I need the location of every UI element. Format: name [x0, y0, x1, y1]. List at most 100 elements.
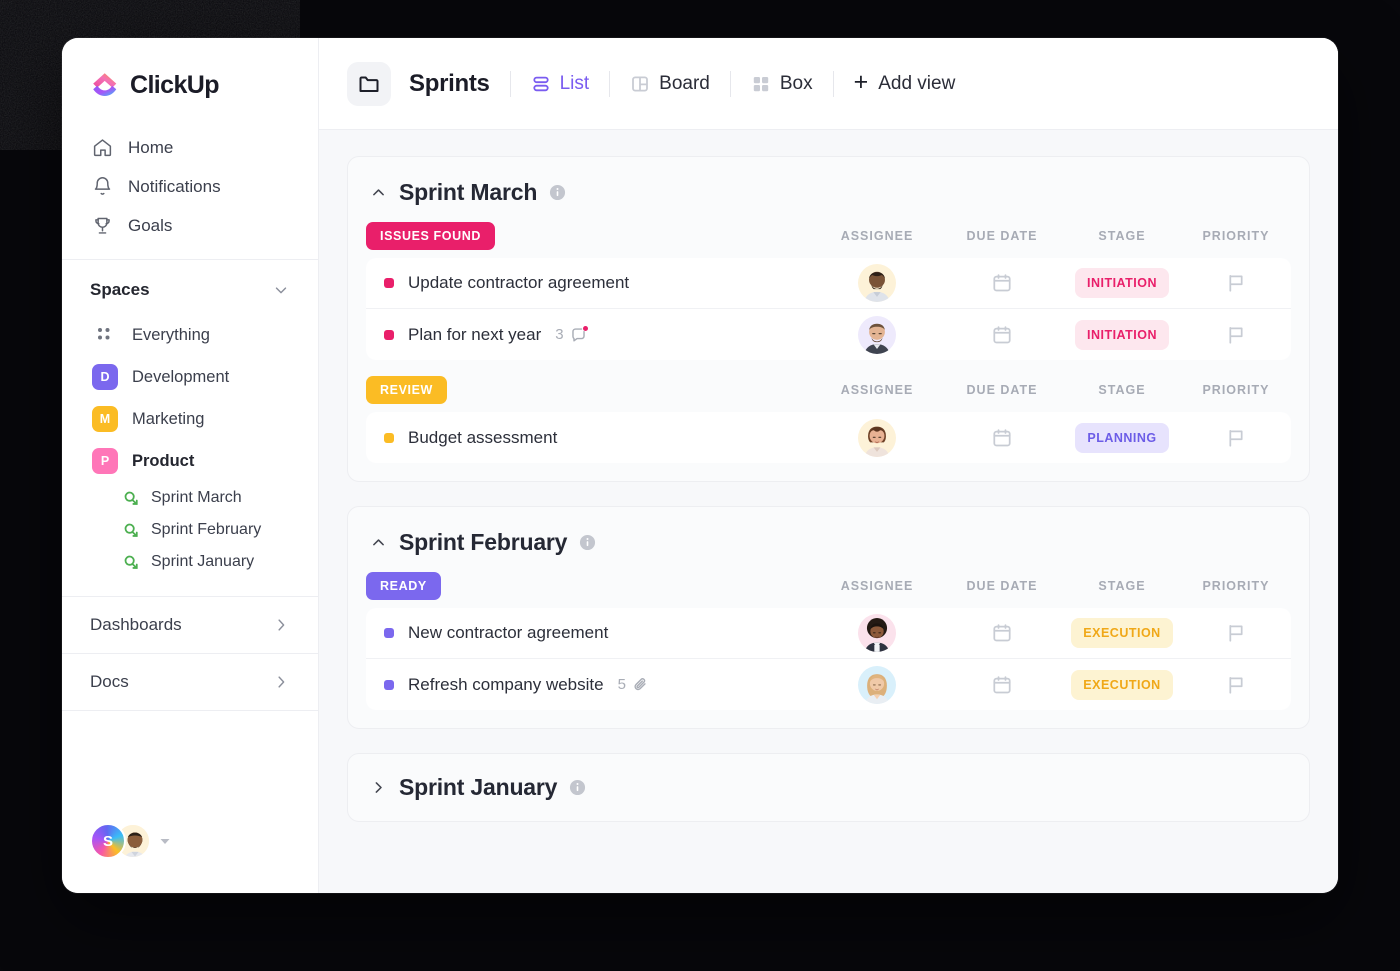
avatar	[858, 315, 896, 354]
sidebar-item-everything[interactable]: Everything	[62, 314, 318, 356]
stage-badge[interactable]: EXECUTION	[1071, 669, 1173, 700]
caret-down-icon[interactable]	[159, 835, 171, 847]
group-header: REVIEW ASSIGNEE DUE DATE STAGE PRIORITY	[366, 376, 1291, 412]
folder-icon[interactable]	[347, 61, 391, 106]
stage-badge[interactable]: INITIATION	[1074, 268, 1170, 298]
space-avatar: M	[92, 406, 118, 432]
board-view-icon	[630, 74, 650, 94]
task-rows: Update contractor agreement INITIATION P…	[366, 258, 1291, 360]
sprint-header[interactable]: Sprint March	[366, 175, 1291, 222]
nav-item-goals[interactable]: Goals	[62, 206, 318, 245]
nav-item-home[interactable]: Home	[62, 128, 318, 167]
sidebar-item-development[interactable]: D Development	[62, 356, 318, 398]
chevron-right-icon	[272, 673, 290, 691]
info-icon[interactable]	[569, 779, 586, 796]
stage-badge[interactable]: EXECUTION	[1071, 618, 1173, 648]
stage-cell[interactable]: PLANNING	[1063, 422, 1181, 453]
tab-box[interactable]: Box	[751, 73, 813, 95]
task-status-dot	[384, 329, 394, 340]
due-date-cell[interactable]	[941, 622, 1063, 644]
attachment-count[interactable]: 5	[618, 676, 649, 693]
task-status-dot	[384, 679, 394, 690]
comment-count[interactable]: 3	[555, 326, 588, 343]
table-row[interactable]: Refresh company website 5 EXECUTION	[366, 659, 1291, 710]
nav-label: Goals	[128, 215, 173, 235]
status-badge[interactable]: ISSUES FOUND	[366, 222, 495, 250]
column-header-stage: STAGE	[1098, 579, 1146, 593]
stage-cell[interactable]: EXECUTION	[1063, 618, 1181, 648]
workspace-avatar[interactable]: S	[90, 823, 126, 859]
add-view-label: Add view	[878, 72, 956, 94]
sprint-card-january[interactable]: Sprint January	[347, 753, 1310, 822]
status-badge[interactable]: REVIEW	[366, 376, 447, 404]
sprint-header[interactable]: Sprint January	[366, 774, 1291, 801]
column-header-stage: STAGE	[1098, 383, 1146, 397]
sprint-header[interactable]: Sprint February	[366, 525, 1291, 572]
attachment-icon	[632, 676, 649, 693]
assignee-cell[interactable]	[813, 614, 941, 652]
priority-cell[interactable]	[1181, 324, 1291, 346]
priority-cell[interactable]	[1181, 427, 1291, 449]
column-header-priority: PRIORITY	[1202, 383, 1270, 397]
priority-cell[interactable]	[1181, 622, 1291, 644]
priority-cell[interactable]	[1181, 674, 1291, 696]
sidebar-item-label: Development	[132, 367, 230, 386]
column-headers: ASSIGNEE DUE DATE STAGE PRIORITY	[813, 579, 1291, 593]
column-headers: ASSIGNEE DUE DATE STAGE PRIORITY	[813, 383, 1291, 397]
stage-badge[interactable]: INITIATION	[1074, 319, 1170, 350]
chevron-down-icon[interactable]	[272, 281, 290, 299]
sidebar-item-marketing[interactable]: M Marketing	[62, 398, 318, 440]
stage-cell[interactable]: EXECUTION	[1063, 669, 1181, 700]
assignee-cell[interactable]	[813, 315, 941, 354]
brand[interactable]: ClickUp	[62, 38, 318, 126]
group-header: READY ASSIGNEE DUE DATE STAGE PRIORITY	[366, 572, 1291, 608]
table-row[interactable]: Budget assessment PLANNING	[366, 412, 1291, 463]
row-cells: INITIATION	[813, 315, 1291, 354]
column-header-priority: PRIORITY	[1202, 579, 1270, 593]
assignee-cell[interactable]	[813, 264, 941, 302]
chevron-up-icon[interactable]	[370, 184, 387, 201]
due-date-cell[interactable]	[941, 324, 1063, 346]
space-avatar: P	[92, 448, 118, 474]
nav-item-notifications[interactable]: Notifications	[62, 167, 318, 206]
due-date-cell[interactable]	[941, 674, 1063, 696]
sidebar-item-product[interactable]: P Product	[62, 440, 318, 482]
info-icon[interactable]	[549, 184, 566, 201]
sprint-name: Sprint January	[399, 774, 558, 800]
info-icon[interactable]	[579, 534, 596, 551]
stage-cell[interactable]: INITIATION	[1063, 268, 1181, 298]
avatar	[858, 418, 896, 457]
assignee-cell[interactable]	[813, 418, 941, 457]
add-view-button[interactable]: + Add view	[854, 70, 956, 95]
sidebar-item-sprint-january[interactable]: Sprint January	[62, 546, 318, 578]
tab-board[interactable]: Board	[630, 73, 710, 95]
sidebar-item-sprint-february[interactable]: Sprint February	[62, 514, 318, 546]
table-row[interactable]: New contractor agreement EXECUTION	[366, 608, 1291, 659]
status-group-issues-found: ISSUES FOUND ASSIGNEE DUE DATE STAGE PRI…	[366, 222, 1291, 360]
priority-cell[interactable]	[1181, 272, 1291, 294]
assignee-cell[interactable]	[813, 665, 941, 704]
sidebar-item-sprint-march[interactable]: Sprint March	[62, 482, 318, 514]
stage-badge[interactable]: PLANNING	[1075, 422, 1169, 453]
stage-cell[interactable]: INITIATION	[1063, 319, 1181, 350]
task-name: Budget assessment	[408, 427, 558, 447]
status-badge[interactable]: READY	[366, 572, 441, 600]
clickup-logo-icon	[90, 70, 120, 100]
sidebar-item-docs[interactable]: Docs	[62, 654, 318, 710]
table-row[interactable]: Plan for next year 3 INITIATION	[366, 309, 1291, 360]
tab-list[interactable]: List	[531, 73, 589, 95]
comment-count-value: 3	[555, 326, 564, 343]
table-row[interactable]: Update contractor agreement INITIATION	[366, 258, 1291, 309]
chevron-right-icon[interactable]	[370, 779, 387, 796]
row-cells: EXECUTION	[813, 665, 1291, 704]
chevron-up-icon[interactable]	[370, 534, 387, 551]
user-menu[interactable]: S	[62, 823, 318, 893]
due-date-cell[interactable]	[941, 427, 1063, 449]
due-date-cell[interactable]	[941, 272, 1063, 294]
topbar: Sprints List Board Box + Add view	[319, 38, 1338, 130]
divider	[509, 70, 511, 97]
spaces-section-header[interactable]: Spaces	[62, 260, 318, 314]
sidebar-item-dashboards[interactable]: Dashboards	[62, 597, 318, 653]
sidebar: ClickUp Home Notifications Goals Spaces …	[62, 38, 319, 893]
